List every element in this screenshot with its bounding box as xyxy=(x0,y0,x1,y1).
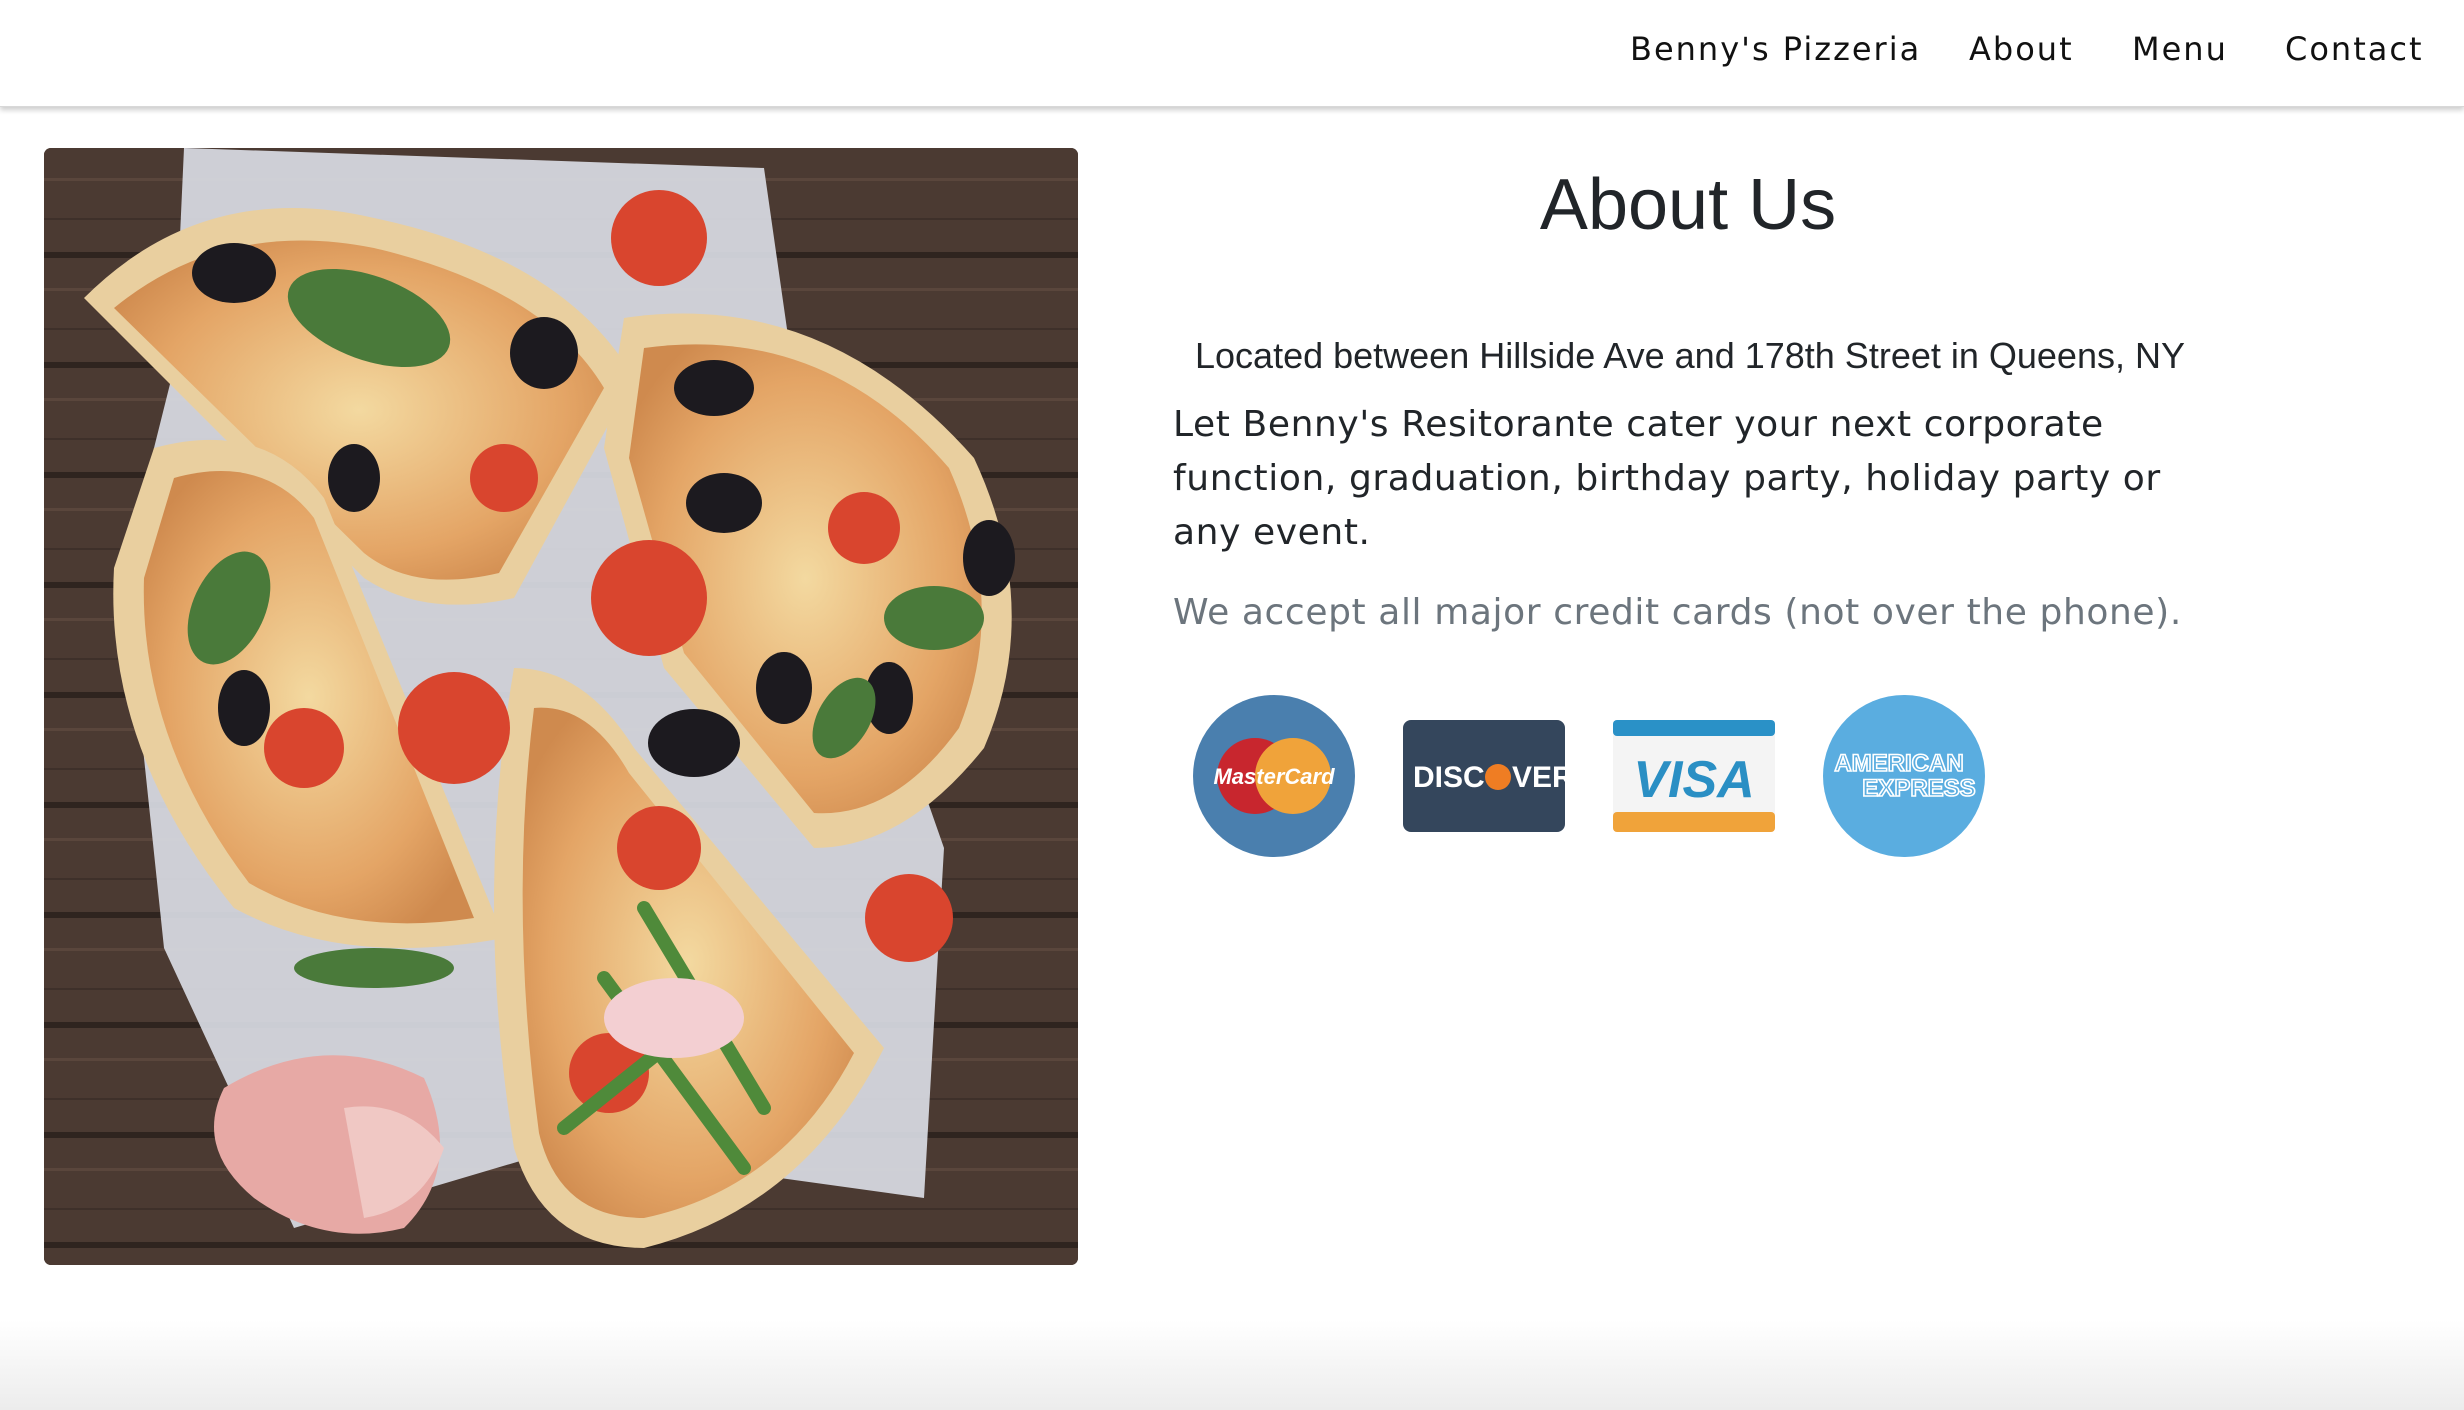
amex-label-top: AMERICAN xyxy=(1834,750,1963,777)
page-title: About Us xyxy=(1539,165,1837,245)
nav-menu-link[interactable]: Menu xyxy=(2132,30,2228,68)
pizza-illustration xyxy=(44,148,1078,1265)
location-text: Located between Hillside Ave and 178th S… xyxy=(1195,335,2185,376)
discover-label-right: VER xyxy=(1512,761,1565,794)
mastercard-icon: MasterCard xyxy=(1193,695,1355,857)
navbar: Benny's Pizzeria About Menu Contact xyxy=(0,0,2464,107)
visa-icon: VISA xyxy=(1613,720,1775,832)
footer-edge xyxy=(0,1320,2464,1410)
catering-text: Let Benny's Resitorante cater your next … xyxy=(1173,404,2161,553)
amex-icon: AMERICAN EXPRESS xyxy=(1823,695,1985,857)
amex-label-bottom: EXPRESS xyxy=(1862,775,1975,802)
pizza-photo xyxy=(44,148,1078,1265)
discover-icon: DISC VER xyxy=(1403,720,1565,832)
nav-contact-link[interactable]: Contact xyxy=(2285,30,2424,68)
visa-label: VISA xyxy=(1633,751,1754,809)
nav-brand-link[interactable]: Benny's Pizzeria xyxy=(1630,30,1921,68)
discover-label-left: DISC xyxy=(1413,761,1485,794)
credit-cards-note: We accept all major credit cards (not ov… xyxy=(1173,592,2182,633)
nav-about-link[interactable]: About xyxy=(1969,30,2074,68)
mastercard-label: MasterCard xyxy=(1213,764,1335,789)
